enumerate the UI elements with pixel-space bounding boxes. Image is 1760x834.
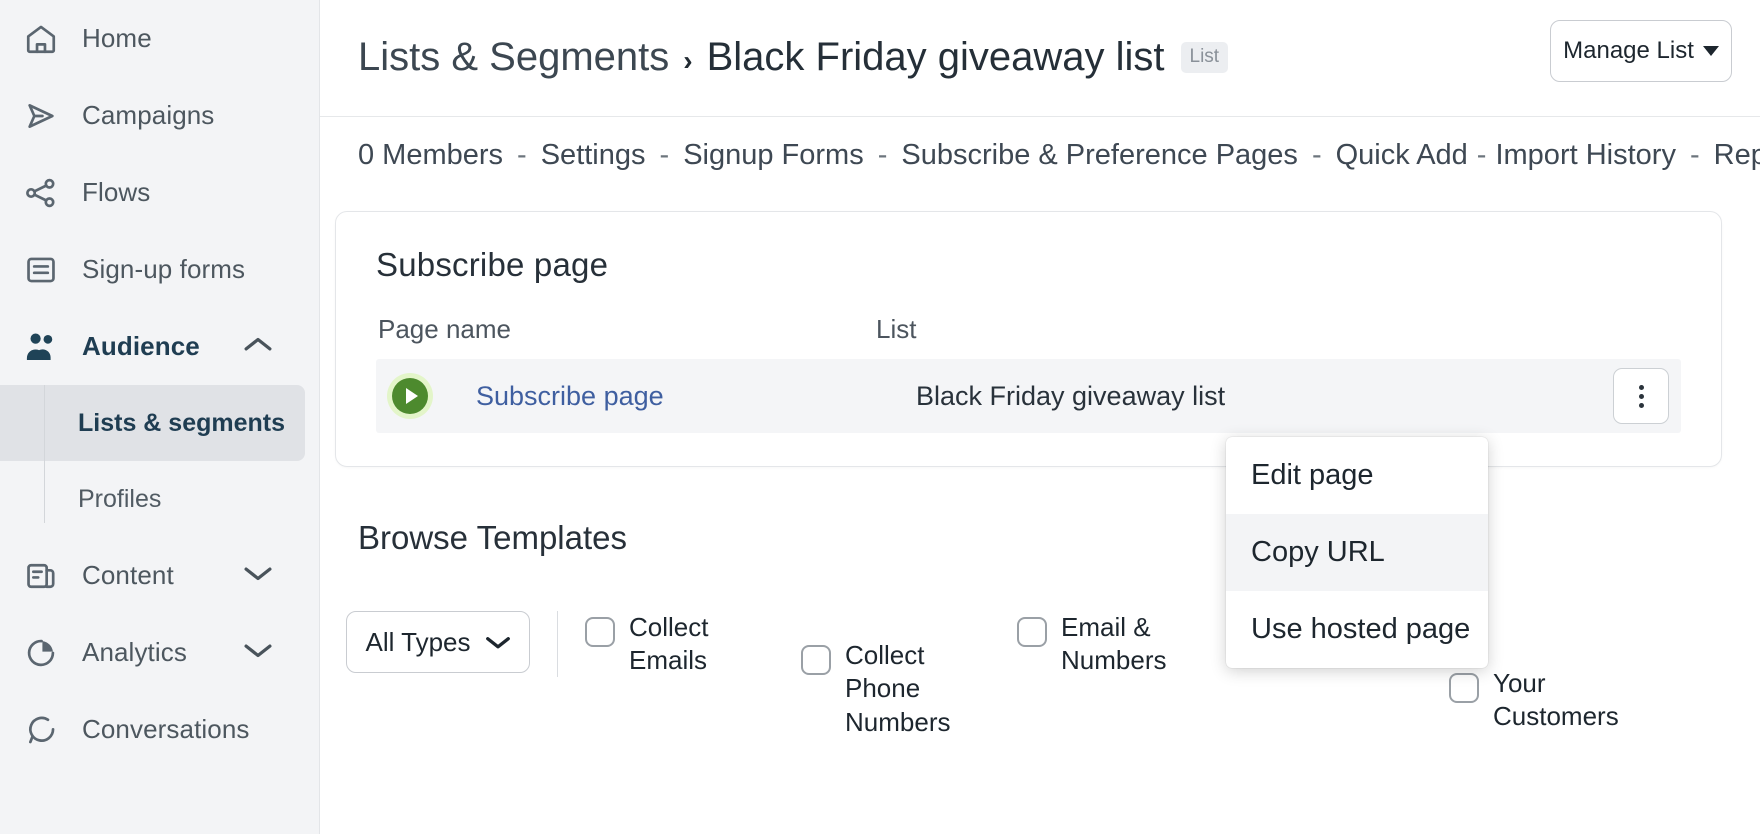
sidebar-item-signup-forms[interactable]: Sign-up forms — [0, 231, 319, 308]
send-icon — [22, 97, 60, 135]
sidebar-item-conversations[interactable]: Conversations — [0, 691, 319, 768]
page-title: Black Friday giveaway list — [707, 35, 1165, 80]
menu-item-label: Copy URL — [1251, 536, 1385, 569]
tab-separator: - — [1477, 139, 1487, 172]
row-actions-menu: Edit page Copy URL Use hosted page — [1226, 437, 1488, 668]
sidebar-subitem-label: Profiles — [78, 485, 161, 514]
tab-reports[interactable]: Reports — [1714, 139, 1760, 172]
sidebar: Home Campaigns Flows — [0, 0, 320, 834]
chevron-down-icon — [243, 564, 273, 588]
checkbox-box[interactable] — [1017, 617, 1047, 647]
sidebar-item-label: Campaigns — [82, 100, 214, 131]
sidebar-item-label: Conversations — [82, 714, 250, 745]
sidebar-subitem-label: Lists & segments — [78, 409, 285, 438]
chevron-down-icon — [485, 627, 511, 658]
sidebar-item-label: Home — [82, 23, 152, 54]
card-title: Subscribe page — [336, 212, 1721, 284]
tab-separator: - — [517, 139, 527, 172]
tab-subscribe-preference-pages[interactable]: Subscribe & Preference Pages — [901, 139, 1298, 172]
checkbox-email-and-numbers[interactable]: Email & Numbers — [1017, 611, 1211, 678]
sidebar-item-label: Analytics — [82, 637, 187, 668]
all-types-label: All Types — [365, 627, 470, 658]
column-header-list: List — [876, 314, 1416, 345]
sidebar-item-profiles[interactable]: Profiles — [0, 461, 319, 537]
subscribe-page-link[interactable]: Subscribe page — [476, 381, 664, 412]
checkbox-box[interactable] — [801, 645, 831, 675]
tab-members[interactable]: 0 Members — [358, 139, 503, 172]
cell-page-name: Subscribe page — [376, 378, 916, 414]
page-header: Lists & Segments › Black Friday giveaway… — [320, 0, 1760, 117]
chevron-up-icon — [243, 335, 273, 359]
menu-item-copy-url[interactable]: Copy URL — [1226, 514, 1488, 591]
breadcrumb-separator-icon: › — [683, 45, 692, 77]
flows-icon — [22, 174, 60, 212]
checkbox-label: Collect Emails — [629, 611, 779, 678]
checkbox-label: Your Customers — [1493, 667, 1643, 734]
sidebar-item-label: Sign-up forms — [82, 254, 245, 285]
sidebar-item-lists-segments[interactable]: Lists & segments — [0, 385, 305, 461]
row-actions-kebab-button[interactable] — [1613, 368, 1669, 424]
checkbox-box[interactable] — [585, 617, 615, 647]
sidebar-item-campaigns[interactable]: Campaigns — [0, 77, 319, 154]
audience-subnav: Lists & segments Profiles — [0, 385, 319, 537]
tab-separator: - — [1312, 139, 1322, 172]
checkbox-collect-emails[interactable]: Collect Emails — [585, 611, 779, 678]
template-filters: All Types Collect Emails Collect Phone N… — [346, 611, 1760, 739]
audience-icon — [22, 328, 60, 366]
menu-item-label: Use hosted page — [1251, 613, 1470, 646]
content-icon — [22, 557, 60, 595]
breadcrumb-root-link[interactable]: Lists & Segments — [358, 35, 669, 80]
filter-divider — [557, 611, 558, 677]
live-status-icon — [392, 378, 428, 414]
tab-settings[interactable]: Settings — [541, 139, 646, 172]
section-tabs: 0 Members - Settings - Signup Forms - Su… — [320, 117, 1760, 193]
checkbox-collect-phone-numbers[interactable]: Collect Phone Numbers — [801, 611, 995, 739]
sidebar-item-audience[interactable]: Audience — [0, 308, 319, 385]
table-row: Subscribe page Black Friday giveaway lis… — [376, 359, 1681, 433]
subscribe-pages-table: Page name List Subscribe page Black Frid… — [336, 314, 1721, 433]
sidebar-item-label: Flows — [82, 177, 150, 208]
form-icon — [22, 251, 60, 289]
main-content: Lists & Segments › Black Friday giveaway… — [320, 0, 1760, 834]
sidebar-item-label: Content — [82, 560, 174, 591]
menu-item-edit-page[interactable]: Edit page — [1226, 437, 1488, 514]
sidebar-item-label: Audience — [82, 331, 200, 362]
template-type-checkboxes: Collect Emails Collect Phone Numbers Ema… — [585, 611, 1665, 739]
tab-separator: - — [878, 139, 888, 172]
sidebar-item-home[interactable]: Home — [0, 0, 319, 77]
checkbox-label: Collect Phone Numbers — [845, 639, 995, 739]
tab-signup-forms[interactable]: Signup Forms — [683, 139, 864, 172]
table-header: Page name List — [336, 314, 1721, 359]
sidebar-item-analytics[interactable]: Analytics — [0, 614, 319, 691]
checkbox-box[interactable] — [1449, 673, 1479, 703]
subscribe-page-card: Subscribe page Page name List Subscribe … — [335, 211, 1722, 467]
manage-list-label: Manage List — [1563, 37, 1694, 65]
sidebar-item-content[interactable]: Content — [0, 537, 319, 614]
tab-quick-add[interactable]: Quick Add — [1336, 139, 1468, 172]
sidebar-item-flows[interactable]: Flows — [0, 154, 319, 231]
tab-import-history[interactable]: Import History — [1495, 139, 1675, 172]
app-root: Home Campaigns Flows — [0, 0, 1760, 834]
column-header-page-name: Page name — [336, 314, 876, 345]
status-badge: List — [1181, 42, 1229, 73]
subnav-rail — [44, 385, 45, 523]
analytics-icon — [22, 634, 60, 672]
menu-item-use-hosted-page[interactable]: Use hosted page — [1226, 591, 1488, 668]
all-types-dropdown[interactable]: All Types — [346, 611, 530, 673]
chevron-down-icon — [243, 641, 273, 665]
tab-separator: - — [1690, 139, 1700, 172]
checkbox-label: Email & Numbers — [1061, 611, 1211, 678]
conversations-icon — [22, 711, 60, 749]
home-icon — [22, 20, 60, 58]
tab-separator: - — [660, 139, 670, 172]
manage-list-button[interactable]: Manage List — [1550, 20, 1732, 82]
cell-list: Black Friday giveaway list — [916, 381, 1456, 412]
caret-down-icon — [1703, 46, 1719, 56]
browse-templates-title: Browse Templates — [358, 519, 1760, 557]
breadcrumb: Lists & Segments › Black Friday giveaway… — [358, 35, 1228, 81]
menu-item-label: Edit page — [1251, 459, 1374, 492]
